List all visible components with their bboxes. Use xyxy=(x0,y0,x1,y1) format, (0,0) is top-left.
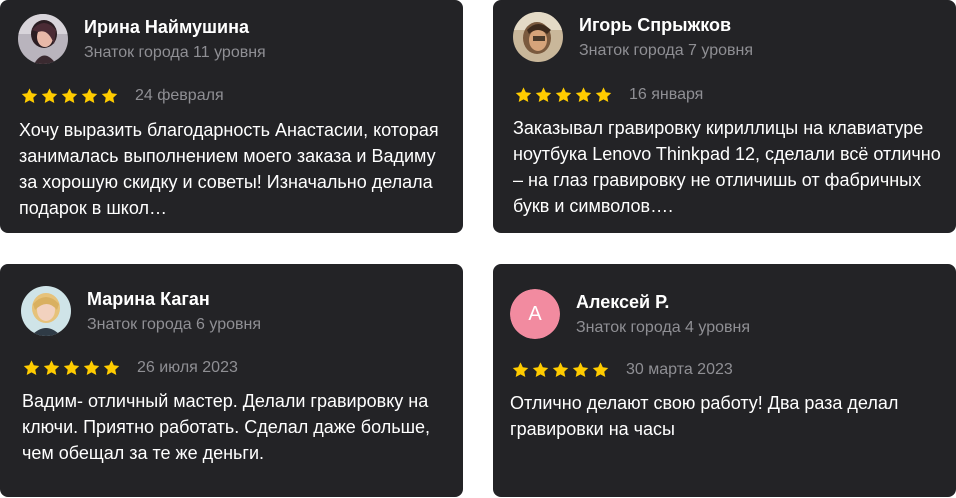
review-header: Игорь Спрыжков Знаток города 7 уровня xyxy=(513,12,753,62)
user-photo-icon xyxy=(18,14,68,64)
rating-stars xyxy=(22,359,122,377)
review-header: Марина Каган Знаток города 6 уровня xyxy=(21,286,261,336)
author-level: Знаток города 6 уровня xyxy=(87,315,262,333)
rating-row: 24 февраля xyxy=(20,86,224,106)
review-header: Ирина Наймушина Знаток города 11 уровня xyxy=(18,14,266,64)
review-card: Игорь Спрыжков Знаток города 7 уровня 16… xyxy=(493,0,956,233)
star-icon xyxy=(515,87,532,103)
author-level: Знаток города 4 уровня xyxy=(576,318,751,336)
author-name[interactable]: Алексей Р. xyxy=(576,291,750,313)
star-icon xyxy=(595,87,612,103)
review-card: Ирина Наймушина Знаток города 11 уровня … xyxy=(0,0,463,233)
star-icon xyxy=(81,88,98,104)
star-icon xyxy=(43,360,60,376)
star-icon xyxy=(552,362,569,378)
author-level: Знаток города 7 уровня xyxy=(579,41,754,59)
star-icon xyxy=(535,87,552,103)
rating-stars xyxy=(514,86,614,104)
star-icon xyxy=(61,88,78,104)
author-level: Знаток города 11 уровня xyxy=(84,43,266,61)
avatar[interactable] xyxy=(513,12,563,62)
user-photo-icon xyxy=(513,12,563,62)
review-date: 24 февраля xyxy=(135,87,224,104)
author-name[interactable]: Ирина Наймушина xyxy=(84,16,266,38)
rating-row: 16 января xyxy=(514,85,703,105)
review-date: 30 марта 2023 xyxy=(626,361,733,378)
user-photo-icon xyxy=(21,286,71,336)
letter-avatar-icon: А xyxy=(510,289,560,339)
star-icon xyxy=(532,362,549,378)
star-icon xyxy=(83,360,100,376)
star-icon xyxy=(572,362,589,378)
review-card: Марина Каган Знаток города 6 уровня 26 и… xyxy=(0,264,463,497)
star-icon xyxy=(575,87,592,103)
star-icon xyxy=(103,360,120,376)
review-text[interactable]: Вадим- отличный мастер. Делали гравировк… xyxy=(22,388,450,466)
author-name[interactable]: Марина Каган xyxy=(87,288,261,310)
star-icon xyxy=(21,88,38,104)
rating-row: 26 июля 2023 xyxy=(22,358,238,378)
avatar[interactable] xyxy=(21,286,71,336)
review-date: 16 января xyxy=(629,86,704,103)
review-text[interactable]: Заказывал гравировку кириллицы на клавиа… xyxy=(513,115,941,219)
review-text[interactable]: Хочу выразить благодарность Анастасии, к… xyxy=(19,117,447,221)
star-icon xyxy=(23,360,40,376)
star-icon xyxy=(63,360,80,376)
avatar[interactable]: А xyxy=(510,289,560,339)
rating-row: 30 марта 2023 xyxy=(511,360,733,380)
star-icon xyxy=(592,362,609,378)
review-date: 26 июля 2023 xyxy=(137,359,238,376)
rating-stars xyxy=(511,361,611,379)
author-name[interactable]: Игорь Спрыжков xyxy=(579,14,753,36)
star-icon xyxy=(101,88,118,104)
avatar[interactable] xyxy=(18,14,68,64)
review-card: А Алексей Р. Знаток города 4 уровня 30 м… xyxy=(493,264,956,497)
star-icon xyxy=(512,362,529,378)
rating-stars xyxy=(20,87,120,105)
review-header: А Алексей Р. Знаток города 4 уровня xyxy=(510,289,750,339)
star-icon xyxy=(41,88,58,104)
review-text[interactable]: Отлично делают свою работу! Два раза дел… xyxy=(510,390,938,442)
star-icon xyxy=(555,87,572,103)
